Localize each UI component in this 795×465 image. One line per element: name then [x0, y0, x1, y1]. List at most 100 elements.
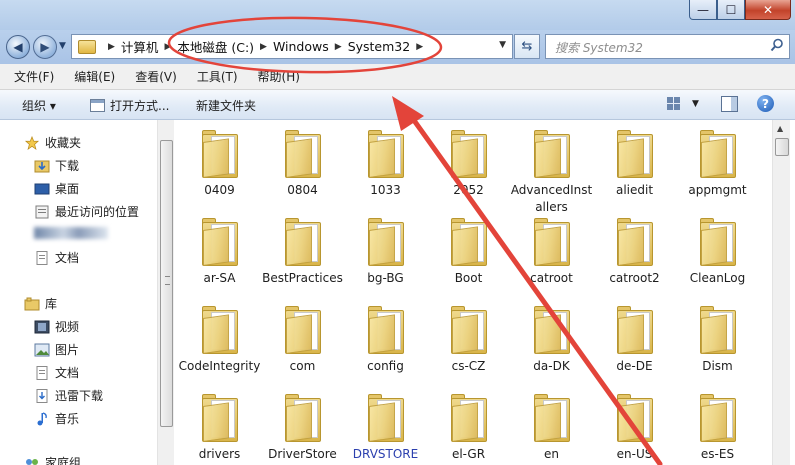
menu-view[interactable]: 查看(V): [121, 68, 177, 85]
folder-item[interactable]: aliedit: [593, 122, 676, 199]
folder-item[interactable]: CodeIntegrity: [178, 298, 261, 375]
folder-item[interactable]: DRVSTORE: [344, 386, 427, 463]
view-options-dropdown[interactable]: ▼: [692, 99, 699, 109]
folder-item[interactable]: ar-SA: [178, 210, 261, 287]
folder-item[interactable]: 2052: [427, 122, 510, 199]
nav-videos[interactable]: 视频: [34, 318, 79, 335]
breadcrumb-separator-icon[interactable]: ▶: [416, 42, 423, 52]
menu-file[interactable]: 文件(F): [0, 68, 54, 85]
folder-item[interactable]: bg-BG: [344, 210, 427, 287]
new-folder-button[interactable]: 新建文件夹: [196, 97, 256, 114]
nav-documents[interactable]: 文档: [34, 249, 79, 266]
content-scrollbar[interactable]: ▲: [772, 120, 790, 465]
document-icon: [36, 365, 48, 380]
folder-label: es-ES: [700, 447, 735, 461]
nav-homegroup[interactable]: 家庭组: [24, 454, 81, 465]
breadcrumb-separator-icon[interactable]: ▶: [260, 42, 267, 52]
refresh-button[interactable]: ⇆: [514, 34, 540, 59]
folder-item[interactable]: AdvancedInstallers: [510, 122, 593, 216]
folder-item[interactable]: DriverStore: [261, 386, 344, 463]
nav-desktop[interactable]: 桌面: [34, 180, 79, 197]
menu-tools[interactable]: 工具(T): [183, 68, 238, 85]
folder-icon: [533, 306, 570, 354]
folder-item[interactable]: es-ES: [676, 386, 759, 463]
nav-music[interactable]: 音乐: [34, 410, 79, 427]
breadcrumb-separator-icon[interactable]: ▶: [164, 42, 171, 52]
folder-label: DriverStore: [268, 447, 337, 461]
folder-item[interactable]: appmgmt: [676, 122, 759, 199]
nav-recent-places[interactable]: 最近访问的位置: [34, 203, 139, 220]
breadcrumb-computer[interactable]: 计算机: [121, 37, 159, 56]
nav-pictures[interactable]: 图片: [34, 341, 79, 358]
breadcrumb-windows[interactable]: Windows: [273, 39, 329, 54]
address-bar[interactable]: ▶ 计算机 ▶ 本地磁盘 (C:) ▶ Windows ▶ System32 ▶…: [71, 34, 513, 59]
folder-label: ar-SA: [203, 271, 236, 285]
folder-item[interactable]: 1033: [344, 122, 427, 199]
folder-item[interactable]: Dism: [676, 298, 759, 375]
folder-item[interactable]: 0804: [261, 122, 344, 199]
nav-homegroup-label: 家庭组: [45, 456, 82, 465]
folder-item[interactable]: de-DE: [593, 298, 676, 375]
forward-button[interactable]: ▶: [33, 35, 57, 59]
folder-item[interactable]: drivers: [178, 386, 261, 463]
folder-icon: [201, 394, 238, 442]
folder-icon: [533, 394, 570, 442]
nav-videos-label: 视频: [55, 320, 80, 334]
folder-icon: [616, 306, 653, 354]
maximize-button[interactable]: ☐: [717, 0, 745, 20]
folder-label: en-US: [616, 447, 653, 461]
nav-xunlei-downloads[interactable]: 迅雷下载: [34, 387, 103, 404]
organize-button[interactable]: 组织 ▾: [22, 97, 56, 114]
folder-item[interactable]: catroot: [510, 210, 593, 287]
breadcrumb-local-disk[interactable]: 本地磁盘 (C:): [177, 37, 254, 56]
nav-desktop-label: 桌面: [55, 182, 80, 196]
folder-icon: [201, 306, 238, 354]
folder-item[interactable]: CleanLog: [676, 210, 759, 287]
folder-item[interactable]: 0409: [178, 122, 261, 199]
maximize-icon: ☐: [725, 2, 737, 17]
nav-downloads[interactable]: 下载: [34, 157, 79, 174]
folder-icon: [533, 218, 570, 266]
recent-pages-dropdown[interactable]: ▼: [59, 41, 66, 51]
folder-item[interactable]: el-GR: [427, 386, 510, 463]
folder-item[interactable]: en: [510, 386, 593, 463]
minimize-button[interactable]: —: [689, 0, 717, 20]
open-with-button[interactable]: 打开方式...: [90, 97, 169, 114]
folder-item[interactable]: com: [261, 298, 344, 375]
folder-label: CodeIntegrity: [178, 359, 261, 373]
nav-blurred-item[interactable]: [34, 227, 108, 239]
nav-libraries[interactable]: 库: [24, 295, 57, 312]
nav-scrollbar-thumb[interactable]: [160, 140, 173, 427]
search-input[interactable]: 搜索 System32: [545, 34, 790, 59]
folder-item[interactable]: da-DK: [510, 298, 593, 375]
breadcrumb-separator-icon[interactable]: ▶: [108, 42, 115, 52]
folder-item[interactable]: cs-CZ: [427, 298, 510, 375]
menu-help[interactable]: 帮助(H): [244, 68, 300, 85]
nav-library-documents[interactable]: 文档: [34, 364, 79, 381]
folder-icon: [533, 130, 570, 178]
back-button[interactable]: ◀: [6, 35, 30, 59]
nav-pane-scrollbar[interactable]: [157, 120, 174, 465]
address-history-dropdown[interactable]: ▼: [499, 40, 506, 50]
folder-item[interactable]: config: [344, 298, 427, 375]
nav-downloads-label: 下载: [55, 159, 80, 173]
help-icon[interactable]: ?: [757, 95, 774, 112]
scroll-up-icon[interactable]: ▲: [777, 124, 783, 133]
folder-item[interactable]: catroot2: [593, 210, 676, 287]
file-list: 0409 0804 1033 2052 AdvancedInstallers aliedi…: [174, 120, 772, 465]
folder-icon: [699, 306, 736, 354]
folder-item[interactable]: en-US: [593, 386, 676, 463]
change-view-icon[interactable]: [667, 97, 680, 110]
breadcrumb-system32[interactable]: System32: [348, 39, 411, 54]
search-icon[interactable]: [770, 38, 784, 52]
folder-item[interactable]: BestPractices: [261, 210, 344, 287]
folder-icon: [78, 39, 96, 54]
folder-item[interactable]: Boot: [427, 210, 510, 287]
menu-edit[interactable]: 编辑(E): [60, 68, 115, 85]
nav-favorites[interactable]: 收藏夹: [24, 134, 81, 151]
close-button[interactable]: ✕: [745, 0, 791, 20]
preview-pane-icon[interactable]: [721, 96, 738, 112]
breadcrumb-separator-icon[interactable]: ▶: [335, 42, 342, 52]
refresh-icon: ⇆: [521, 39, 533, 54]
content-scrollbar-thumb[interactable]: [775, 138, 789, 156]
